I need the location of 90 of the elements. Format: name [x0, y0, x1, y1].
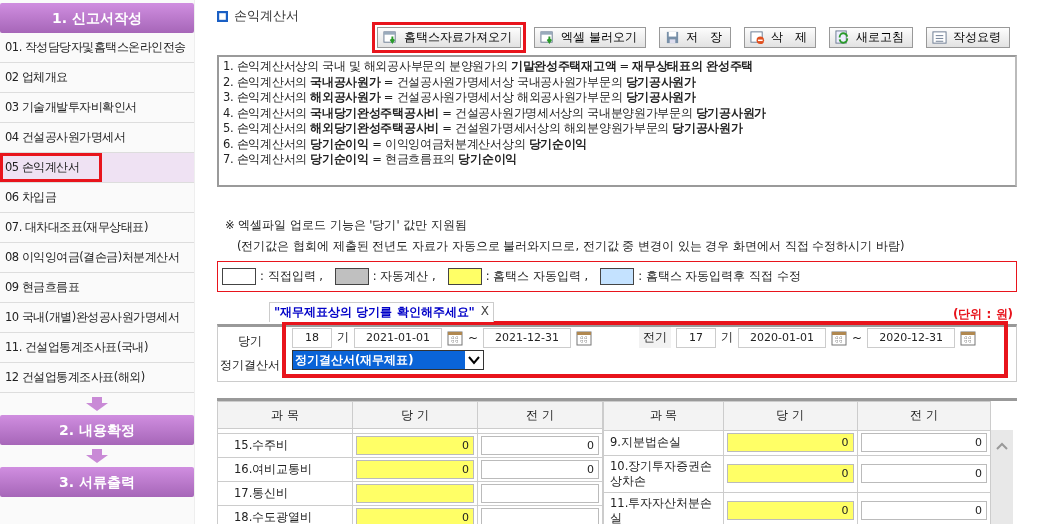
table-cell: 9.지분법손실	[603, 430, 724, 456]
down-arrow-icon	[85, 397, 109, 411]
toolbar-button[interactable]: 삭 제	[744, 27, 816, 48]
refresh-icon	[835, 30, 850, 45]
toolbar-button[interactable]: 엑셀 불러오기	[534, 27, 646, 48]
legend-label: : 직접입력 ,	[260, 269, 323, 284]
table-cell: 18.수도광열비	[217, 505, 353, 524]
amount-field[interactable]	[481, 484, 599, 503]
tooltip: "재무제표상의 당기를 확인해주세요" X	[269, 302, 495, 322]
sidebar-item[interactable]: 12 건설업통계조사표(해외)	[0, 363, 194, 393]
statement-dropdown[interactable]: 정기결산서(재무제표)	[292, 350, 484, 370]
toolbar-button[interactable]: 새로고침	[829, 27, 913, 48]
term-field[interactable]: 17	[676, 327, 717, 348]
list-icon	[932, 30, 947, 45]
sidebar-item[interactable]: 07. 대차대조표(재무상태표)	[0, 213, 194, 243]
term-unit: 기	[721, 329, 734, 346]
field-label: 전기	[639, 327, 672, 348]
download-icon	[540, 30, 556, 45]
amount-field[interactable]: 0	[356, 460, 474, 479]
amount-field[interactable]: 0	[860, 464, 987, 484]
table-cell: 11.투자자산처분손실	[603, 492, 724, 524]
column-header: 과 목	[603, 401, 724, 431]
column-header: 당 기	[723, 401, 857, 431]
calendar-icon[interactable]	[576, 329, 593, 346]
note-line: 4. 손익계산서의 국내당기완성주택공사비 = 건설공사원가명세서상의 국내분양원가부문의 당기공사원가	[223, 105, 767, 121]
sidebar-item[interactable]: 10 국내(개별)완성공사원가명세서	[0, 303, 194, 333]
sidebar-item[interactable]: 09 현금흐름표	[0, 273, 194, 303]
table-cell: 10.장기투자증권손상차손	[603, 455, 724, 493]
amount-field[interactable]: 0	[860, 433, 987, 453]
sidebar-item[interactable]: 08 이익잉여금(결손금)처분계산서	[0, 243, 194, 273]
term-field[interactable]: 18	[292, 327, 332, 348]
legend-label: : 자동계산 ,	[372, 269, 436, 284]
field-label: 정기결산서	[220, 358, 280, 373]
sidebar-item[interactable]: 05 손익계산서	[0, 153, 194, 183]
table-cell: 17.통신비	[217, 481, 353, 506]
toolbar-button[interactable]: 홈택스자료가져오기	[377, 27, 522, 48]
chevron-up-icon[interactable]	[996, 442, 1008, 450]
amount-field[interactable]: 0	[727, 501, 854, 521]
page-title: 손익계산서	[234, 7, 299, 25]
amount-field[interactable]: 0	[727, 433, 854, 453]
note-line: 2. 손익계산서의 국내공사원가 = 건설공사원가명세서상 국내공사원가부문의 당기공사원가	[223, 74, 697, 90]
legend-label: : 홈택스 자동입력후 직접 수정	[638, 269, 801, 284]
amount-field[interactable]: 0	[356, 508, 474, 524]
amount-field[interactable]: 0	[727, 464, 854, 484]
tilde-text: ~	[468, 330, 479, 345]
amount-field[interactable]: 0	[481, 460, 599, 479]
floppy-icon	[665, 30, 680, 45]
sidebar-item[interactable]: 11. 건설업통계조사표(국내)	[0, 333, 194, 363]
sidebar-item[interactable]: 02 업체개요	[0, 63, 194, 93]
amount-field[interactable]: 0	[860, 501, 987, 521]
square-bullet-icon	[217, 10, 228, 22]
date-field[interactable]: 2020-01-01	[738, 327, 827, 348]
note-line: 3. 손익계산서의 해외공사원가 = 건설공사원가명세서상 해외공사원가부문의 당기공사원가	[223, 90, 697, 106]
column-header: 전 기	[857, 401, 991, 431]
date-field[interactable]: 2021-01-01	[354, 327, 442, 348]
column-header: 과 목	[217, 401, 353, 429]
note-line: 1. 손익계산서상의 국내 및 해외공사부문의 분양원가의 기말완성주택재고액 = 재무상태표의 완성주택	[223, 59, 754, 75]
amount-field[interactable]	[356, 484, 474, 503]
note-line: 7. 손익계산서의 당기순이익 = 현금흐름표의 당기순이익	[223, 152, 518, 168]
sidebar-item[interactable]: 03 기술개발투자비확인서	[0, 93, 194, 123]
sidebar-item[interactable]: 06 차입금	[0, 183, 194, 213]
table-cell: 16.여비교통비	[217, 457, 353, 482]
amount-field[interactable]: 0	[356, 436, 474, 455]
column-header: 전 기	[477, 401, 603, 429]
field-label: 당기	[238, 333, 262, 350]
toolbar-button[interactable]: 작성요령	[926, 27, 1010, 48]
legend-label: : 홈택스 자동입력 ,	[485, 269, 589, 284]
table-cell: 15.수주비	[217, 433, 353, 458]
tilde-text: ~	[852, 330, 863, 345]
date-field[interactable]: 2020-12-31	[867, 327, 956, 348]
close-button[interactable]: X	[480, 304, 490, 321]
down-arrow-icon	[85, 449, 109, 463]
column-header: 당 기	[352, 401, 478, 429]
date-field[interactable]: 2021-12-31	[483, 327, 572, 348]
calendar-icon[interactable]	[960, 329, 977, 346]
term-unit: 기	[337, 329, 349, 346]
amount-field[interactable]	[481, 508, 599, 524]
notice-text: (전기값은 협회에 제출된 전년도 자료가 자동으로 불러와지므로, 전기값 중 변경이 있는 경우 화면에서 직접 수정하시기 바람)	[236, 238, 906, 255]
scrollbar[interactable]	[991, 430, 1013, 524]
calendar-icon[interactable]	[447, 329, 463, 346]
download-icon	[383, 30, 399, 45]
delete-icon	[750, 30, 765, 45]
unit-label: (단위 : 원)	[952, 305, 1013, 323]
toolbar-button[interactable]: 저 장	[659, 27, 731, 48]
sidebar-item[interactable]: 01. 작성담당자및홈택스온라인전송	[0, 33, 194, 63]
notice-text: ※ 엑셀파일 업로드 기능은 '당기' 값만 지원됨	[225, 217, 468, 234]
amount-field[interactable]: 0	[481, 436, 599, 455]
calendar-icon[interactable]	[831, 329, 848, 346]
note-line: 6. 손익계산서의 당기순이익 = 이익잉여금처분계산서상의 당기순이익	[223, 136, 589, 152]
note-line: 5. 손익계산서의 해외당기완성주택공사비 = 건설원가명세서상의 해외분양원가부문의 당기공사원가	[223, 121, 744, 137]
